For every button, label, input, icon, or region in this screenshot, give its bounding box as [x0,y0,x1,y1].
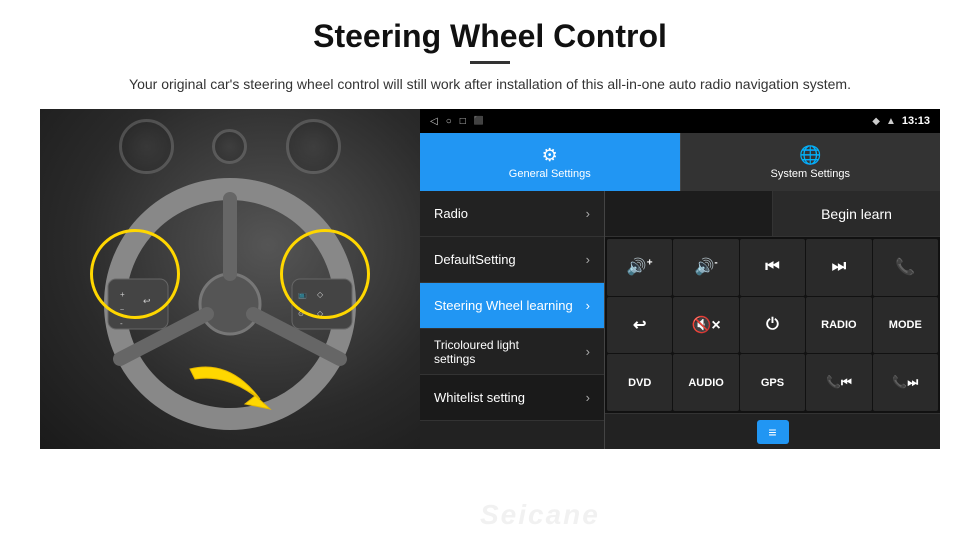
radio-button[interactable]: RADIO [806,297,871,354]
controls-empty-space [605,191,773,236]
page-title: Steering Wheel Control [40,18,940,55]
tel-next-button[interactable]: 📞⏭ [873,354,938,411]
menu-item-tricoloured[interactable]: Tricoloured lightsettings › [420,329,604,375]
menu-items-list: Radio › DefaultSetting › Steering Wheel … [420,191,605,449]
tab-general-settings[interactable]: ⚙ General Settings [420,133,680,191]
menu-whitelist-label: Whitelist setting [434,390,525,405]
status-bar: ◁ ○ □ ⬛ ◆ ▲ 13:13 [420,109,940,133]
arrow-wrap [170,349,290,429]
menu-whitelist-arrow: › [586,390,590,405]
begin-learn-button[interactable]: Begin learn [773,191,940,236]
menu-steering-arrow: › [586,298,590,313]
menu-radio-arrow: › [586,206,590,221]
svg-text:◇: ◇ [317,309,324,318]
menu-item-whitelist[interactable]: Whitelist setting › [420,375,604,421]
audio-button[interactable]: AUDIO [673,354,738,411]
content-area: + ~ - ↩ 📺 ◇ ⊙ ◇ [40,109,940,449]
next-track-button[interactable]: ⏭ [806,239,871,296]
dot-icon: ⬛ [474,116,484,127]
square-icon: □ [460,116,466,127]
tab-general-label: General Settings [509,168,591,180]
mute-icon: 🔇× [691,315,720,335]
svg-text:◇: ◇ [317,290,324,299]
dvd-label: DVD [628,377,651,389]
vol-up-icon: 🔊+ [627,257,653,277]
back-icon-btn: ↩ [633,315,646,335]
title-divider [470,61,510,64]
svg-text:~: ~ [120,307,124,314]
menu-tricoloured-label: Tricoloured lightsettings [434,338,519,366]
mode-button[interactable]: MODE [873,297,938,354]
audio-label: AUDIO [688,377,723,389]
menu-default-label: DefaultSetting [434,252,516,267]
back-button[interactable]: ↩ [607,297,672,354]
prev-track-icon: ⏮ [765,258,779,276]
bottom-icon-row: ≡ [605,413,940,449]
gear-icon: ⚙ [542,145,558,166]
page-subtitle: Your original car's steering wheel contr… [40,74,940,95]
menu-steering-label: Steering Wheel learning [434,298,573,313]
svg-text:+: + [120,290,125,299]
menu-radio-label: Radio [434,206,468,221]
svg-text:⊙: ⊙ [298,311,304,318]
tab-system-settings[interactable]: 🌐 System Settings [680,133,941,191]
android-ui-panel: ◁ ○ □ ⬛ ◆ ▲ 13:13 ⚙ General Settings [420,109,940,449]
steering-wheel-panel: + ~ - ↩ 📺 ◇ ⊙ ◇ [40,109,420,449]
globe-icon: 🌐 [799,145,821,166]
menu-default-arrow: › [586,252,590,267]
tel-prev-button[interactable]: 📞⏮ [806,354,871,411]
mute-button[interactable]: 🔇× [673,297,738,354]
radio-label: RADIO [821,319,856,331]
vol-down-icon: 🔊- [694,257,717,277]
back-icon: ◁ [430,116,438,127]
tel-next-icon: 📞⏭ [892,375,918,390]
svg-text:↩: ↩ [143,296,151,306]
phone-button[interactable]: 📞 [873,239,938,296]
begin-learn-label: Begin learn [821,206,892,222]
mode-label: MODE [889,319,922,331]
tab-system-label: System Settings [771,168,850,180]
svg-text:📺: 📺 [298,291,307,299]
status-nav-icons: ◁ ○ □ ⬛ [430,116,484,127]
svg-text:-: - [120,319,123,328]
gps-label: GPS [761,377,784,389]
home-icon: ○ [446,116,452,127]
watermark: Seicane [480,499,600,531]
tab-bar: ⚙ General Settings 🌐 System Settings [420,133,940,191]
bottom-icon-btn[interactable]: ≡ [757,420,789,444]
wifi-icon: ▲ [886,116,896,127]
menu-area: Radio › DefaultSetting › Steering Wheel … [420,191,940,449]
gps-button[interactable]: GPS [740,354,805,411]
menu-item-default[interactable]: DefaultSetting › [420,237,604,283]
power-icon: ⏻ [766,316,779,334]
dvd-button[interactable]: DVD [607,354,672,411]
menu-tricoloured-arrow: › [586,344,590,359]
controls-area: Begin learn 🔊+ 🔊- ⏮ [605,191,940,449]
arrow-svg [170,349,290,429]
steering-bg: + ~ - ↩ 📺 ◇ ⊙ ◇ [40,109,420,449]
next-track-icon: ⏭ [832,258,846,276]
power-button[interactable]: ⏻ [740,297,805,354]
list-icon: ≡ [768,424,776,440]
tel-prev-icon: 📞⏮ [826,375,852,390]
phone-icon: 📞 [895,257,915,277]
status-right: ◆ ▲ 13:13 [872,115,930,127]
controls-grid: 🔊+ 🔊- ⏮ ⏭ 📞 [605,237,940,413]
vol-up-button[interactable]: 🔊+ [607,239,672,296]
controls-top-row: Begin learn [605,191,940,237]
menu-item-steering[interactable]: Steering Wheel learning › [420,283,604,329]
vol-down-button[interactable]: 🔊- [673,239,738,296]
status-time: 13:13 [902,115,930,127]
location-icon: ◆ [872,116,880,127]
prev-track-button[interactable]: ⏮ [740,239,805,296]
menu-item-radio[interactable]: Radio › [420,191,604,237]
